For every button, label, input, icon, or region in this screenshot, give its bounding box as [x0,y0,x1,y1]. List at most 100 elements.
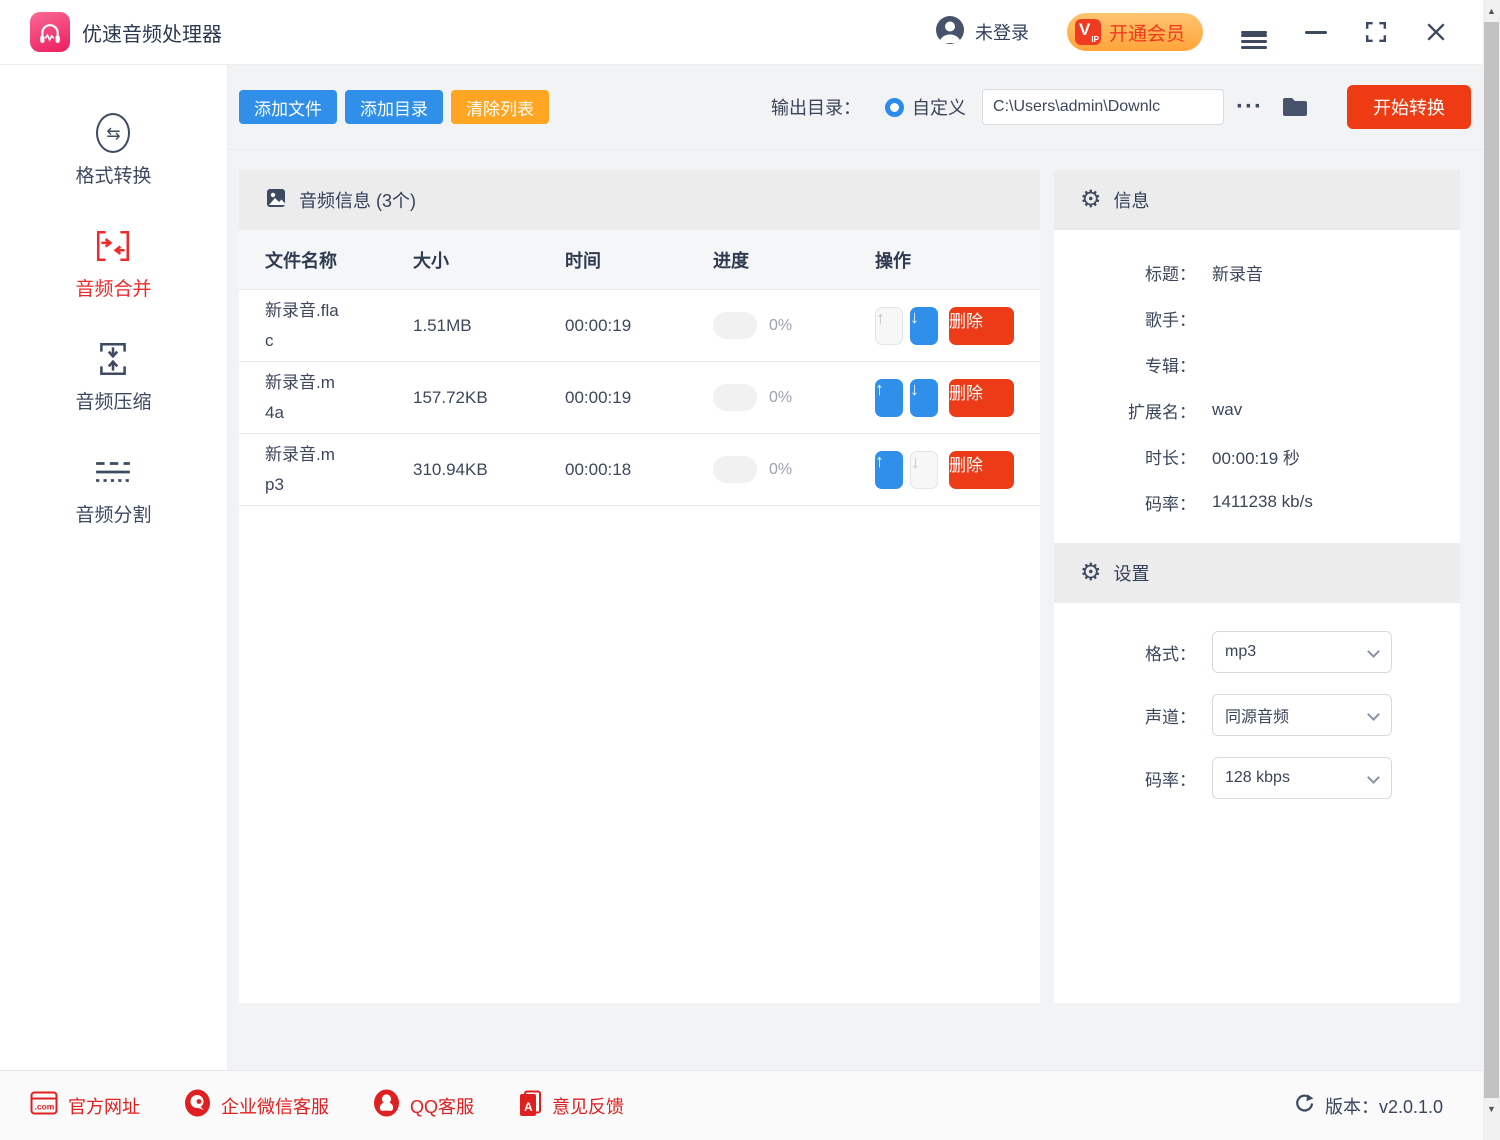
progress-bar [713,384,757,411]
delete-button[interactable]: 删除 [949,307,1014,345]
open-folder-icon[interactable] [1281,95,1309,119]
move-down-button[interactable]: ↓ [910,307,938,345]
bitrate-select[interactable]: 128 kbps [1212,757,1392,799]
file-name: 新录音.flac [265,296,339,356]
file-size: 1.51MB [413,316,565,336]
channel-select[interactable]: 同源音频 [1212,694,1392,736]
file-name: 新录音.mp3 [265,440,339,500]
col-header-progress: 进度 [713,247,875,273]
setting-row-channel: 声道： 同源音频 [1054,694,1460,736]
minimize-button[interactable] [1305,31,1327,34]
version-info: 版本：v2.0.1.0 [1294,1093,1443,1119]
info-row-title: 标题： 新录音 [1054,249,1460,295]
settings-body: 格式： mp3 声道： 同源音频 码率： 128 kbps [1054,603,1460,799]
audio-split-icon [94,452,132,492]
setting-row-format: 格式： mp3 [1054,631,1460,673]
settings-gear-icon: ⚙ [1080,561,1102,585]
svg-text:A: A [524,1100,533,1114]
official-site-link[interactable]: .com 官方网址 [30,1091,140,1120]
col-header-time: 时间 [565,247,713,273]
user-account-button[interactable]: 未登录 [935,15,1029,50]
wechat-support-link[interactable]: 企业微信客服 [184,1089,329,1122]
sidebar-item-format-convert[interactable]: ⇆ 格式转换 [75,113,151,188]
progress-cell: 0% [713,312,875,339]
menu-icon[interactable] [1241,28,1267,37]
progress-cell: 0% [713,384,875,411]
settings-panel-header: ⚙ 设置 [1054,543,1460,603]
move-down-button: ↓ [910,451,938,489]
chevron-down-icon [1367,771,1380,784]
move-down-button[interactable]: ↓ [910,379,938,417]
actions-cell: ↑↓ 删除 [875,307,1040,345]
table-row: 新录音.m4a157.72KB00:00:190%↑↓删除 [239,362,1040,434]
format-select[interactable]: mp3 [1212,631,1392,673]
feedback-icon: A [518,1090,542,1122]
version-text: 版本：v2.0.1.0 [1325,1093,1443,1119]
actions-cell: ↑↓ 删除 [875,451,1040,489]
qq-support-link[interactable]: QQ客服 [373,1089,474,1122]
vertical-scrollbar[interactable]: ▲ ▼ [1483,0,1500,1140]
file-time: 00:00:19 [565,316,713,336]
delete-button[interactable]: 删除 [949,379,1014,417]
wechat-icon [184,1089,211,1122]
progress-percent: 0% [769,317,792,335]
sidebar: ⇆ 格式转换 音频合并 音频压缩 [0,65,228,1070]
app-window: 优速音频处理器 未登录 VIP [0,0,1500,1140]
vip-button[interactable]: VIP 开通会员 [1067,13,1203,51]
file-size: 157.72KB [413,388,565,408]
scroll-up-icon[interactable]: ▲ [1483,6,1500,16]
col-header-filename: 文件名称 [265,247,413,273]
close-button[interactable] [1425,21,1447,43]
table-header-row: 文件名称 大小 时间 进度 操作 [239,230,1040,290]
audio-list-panel-header: 音频信息 (3个) [239,170,1040,230]
titlebar: 优速音频处理器 未登录 VIP [0,0,1483,65]
add-folder-button[interactable]: 添加目录 [345,90,443,124]
info-gear-icon: ⚙ [1080,188,1102,212]
scrollbar-thumb[interactable] [1484,22,1499,1098]
move-up-button[interactable]: ↑ [875,451,903,489]
output-dir-group: 输出目录： 自定义 ··· 开始转换 [771,85,1471,129]
scroll-down-icon[interactable]: ▼ [1483,1104,1500,1114]
file-size: 310.94KB [413,460,565,480]
sidebar-item-audio-merge[interactable]: 音频合并 [75,226,151,301]
sidebar-item-audio-split[interactable]: 音频分割 [75,452,151,527]
refresh-icon[interactable] [1294,1093,1315,1119]
vip-icon: VIP [1075,19,1101,45]
info-body: 标题： 新录音 歌手： 专辑： 扩展名： wav 时长： 00:00:19 秒 … [1054,230,1460,525]
progress-bar [713,456,757,483]
vip-label: 开通会员 [1109,19,1185,46]
col-header-size: 大小 [413,247,565,273]
file-time: 00:00:19 [565,388,713,408]
qq-icon [373,1089,400,1122]
info-row-bitrate: 码率： 1411238 kb/s [1054,479,1460,525]
maximize-button[interactable] [1365,21,1387,43]
svg-text:.com: .com [35,1102,55,1112]
custom-dir-radio[interactable] [885,98,904,117]
info-panel-title: 信息 [1114,187,1150,213]
titlebar-right: 未登录 VIP 开通会员 [935,13,1447,51]
actions-cell: ↑↓ 删除 [875,379,1040,417]
move-up-button: ↑ [875,307,903,345]
clear-list-button[interactable]: 清除列表 [451,90,549,124]
output-dir-label: 输出目录： [771,94,861,120]
sidebar-item-audio-compress[interactable]: 音频压缩 [75,339,151,414]
start-convert-button[interactable]: 开始转换 [1347,85,1471,129]
chevron-down-icon [1367,645,1380,658]
info-row-extension: 扩展名： wav [1054,387,1460,433]
table-row: 新录音.flac 1.51MB00:00:19 0% ↑↓ 删除 [239,290,1040,362]
table-body: 新录音.flac1.51MB00:00:190%↑↓删除新录音.m4a157.7… [239,290,1040,506]
info-row-album: 专辑： [1054,341,1460,387]
feedback-link[interactable]: A 意见反馈 [518,1090,624,1122]
delete-button[interactable]: 删除 [949,451,1014,489]
move-up-button[interactable]: ↑ [875,379,903,417]
output-path-input[interactable] [982,89,1224,125]
audio-list-panel: 音频信息 (3个) 文件名称 大小 时间 进度 操作 新录音.flac 1.51M… [239,170,1040,1003]
progress-cell: 0% [713,456,875,483]
browse-more-button[interactable]: ··· [1236,97,1263,117]
audio-merge-icon [94,226,132,266]
info-panel-header: ⚙ 信息 [1054,170,1460,230]
audio-list-title: 音频信息 (3个) [299,187,416,213]
progress-percent: 0% [769,389,792,407]
add-file-button[interactable]: 添加文件 [239,90,337,124]
user-avatar-icon [935,15,965,50]
